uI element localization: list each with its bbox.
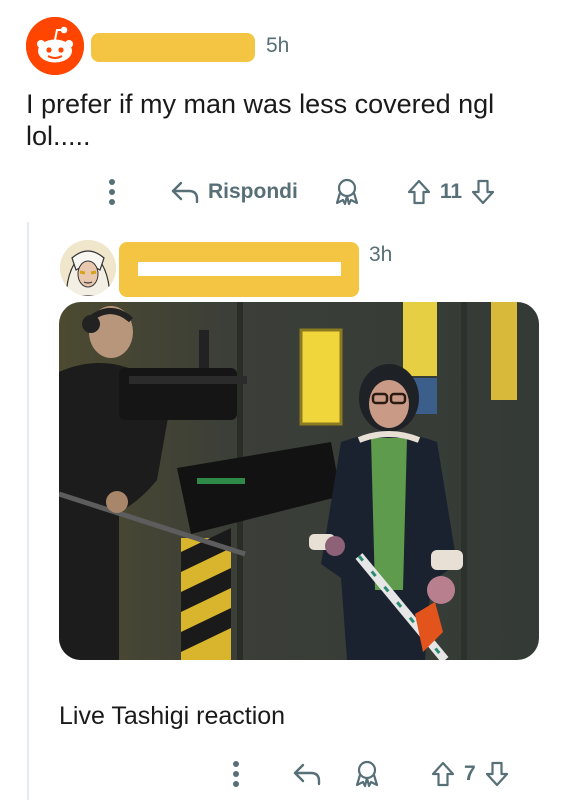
reply-label: Rispondi bbox=[208, 180, 298, 203]
comment-timestamp: 3h bbox=[369, 243, 393, 266]
reply-arrow-icon bbox=[170, 180, 200, 204]
comment-actions: 7 bbox=[226, 754, 510, 794]
comment-image[interactable] bbox=[59, 302, 539, 660]
more-vertical-icon[interactable] bbox=[100, 179, 124, 205]
reply-arrow-icon[interactable] bbox=[292, 762, 322, 786]
comment-body-line: lol..... bbox=[26, 121, 91, 151]
award-icon[interactable] bbox=[354, 760, 380, 788]
more-vertical-icon[interactable] bbox=[226, 761, 246, 787]
downvote-arrow-icon[interactable] bbox=[470, 178, 496, 206]
downvote-arrow-icon[interactable] bbox=[484, 760, 510, 788]
comment-actions: Rispondi 11 bbox=[100, 172, 496, 212]
upvote-arrow-icon[interactable] bbox=[430, 760, 456, 788]
comment-body: I prefer if my man was less covered ngl … bbox=[26, 88, 556, 152]
reply-button[interactable]: Rispondi bbox=[170, 180, 298, 204]
vote-count: 7 bbox=[464, 762, 476, 785]
thread-line[interactable] bbox=[27, 222, 29, 800]
username-redacted-bar bbox=[138, 262, 341, 276]
comment-caption: Live Tashigi reaction bbox=[59, 702, 286, 730]
reddit-snoo-avatar-icon[interactable] bbox=[26, 17, 84, 75]
comment-timestamp: 5h bbox=[266, 34, 290, 57]
upvote-arrow-icon[interactable] bbox=[406, 178, 432, 206]
username-redacted bbox=[91, 33, 255, 62]
user-avatar-icon[interactable] bbox=[60, 240, 116, 296]
vote-count: 11 bbox=[439, 180, 463, 203]
award-icon[interactable] bbox=[334, 178, 360, 206]
comment-body-line: I prefer if my man was less covered ngl bbox=[26, 89, 495, 119]
